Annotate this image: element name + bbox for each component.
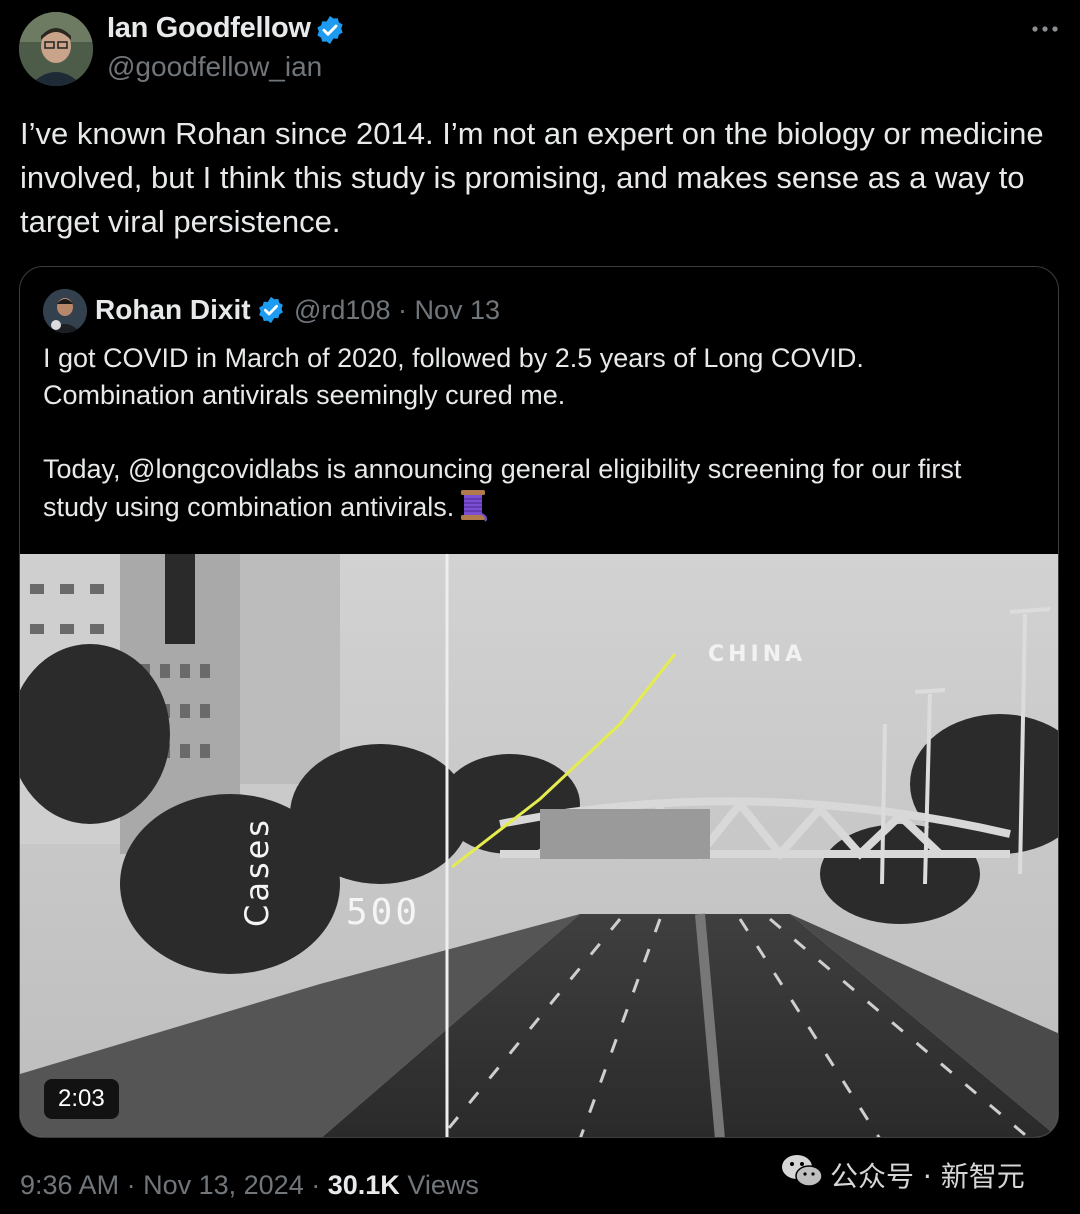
- video-overlay-value: 500: [346, 892, 420, 933]
- video-overlay-axis-label: Cases: [238, 817, 276, 927]
- quoted-author-handle[interactable]: @rd108: [294, 295, 390, 325]
- author-avatar[interactable]: [19, 12, 93, 86]
- quoted-meta: @rd108 · Nov 13: [294, 295, 500, 326]
- tweet-footer: 9:36 AM · Nov 13, 2024 · 30.1K Views: [20, 1170, 479, 1201]
- author-handle[interactable]: @goodfellow_ian: [107, 51, 322, 83]
- quoted-text-body: I got COVID in March of 2020, followed b…: [43, 343, 962, 522]
- tweet-date[interactable]: Nov 13, 2024: [143, 1170, 304, 1200]
- tweet-text: I’ve known Rohan since 2014. I’m not an …: [20, 116, 1044, 239]
- verified-badge-icon: [256, 295, 286, 325]
- author-name[interactable]: Ian Goodfellow: [107, 12, 311, 45]
- quoted-author-avatar[interactable]: [43, 289, 87, 333]
- video-duration-badge: 2:03: [44, 1079, 119, 1119]
- video-player[interactable]: CHINA Cases 500 2:03: [20, 554, 1058, 1137]
- quoted-author-name[interactable]: Rohan Dixit: [95, 294, 251, 326]
- watermark-text: 公众号 · 新智元: [830, 1160, 1025, 1193]
- quoted-date[interactable]: Nov 13: [415, 295, 501, 325]
- quoted-tweet-text: I got COVID in March of 2020, followed b…: [43, 340, 1033, 526]
- more-options-icon[interactable]: [1028, 12, 1062, 46]
- wechat-icon: [780, 1152, 824, 1195]
- verified-badge-icon: [314, 14, 346, 46]
- views-label: Views: [407, 1170, 479, 1200]
- views-count[interactable]: 30.1K: [328, 1170, 400, 1200]
- thread-spool-icon: [458, 488, 488, 522]
- footer-separator: ·: [126, 1170, 136, 1200]
- tweet-time[interactable]: 9:36 AM: [20, 1170, 119, 1200]
- video-overlay-region: CHINA: [708, 642, 806, 667]
- footer-separator: ·: [311, 1170, 321, 1200]
- meta-separator: ·: [397, 295, 407, 325]
- quoted-tweet-card[interactable]: Rohan Dixit @rd108 · Nov 13 I got COVID …: [19, 266, 1059, 1138]
